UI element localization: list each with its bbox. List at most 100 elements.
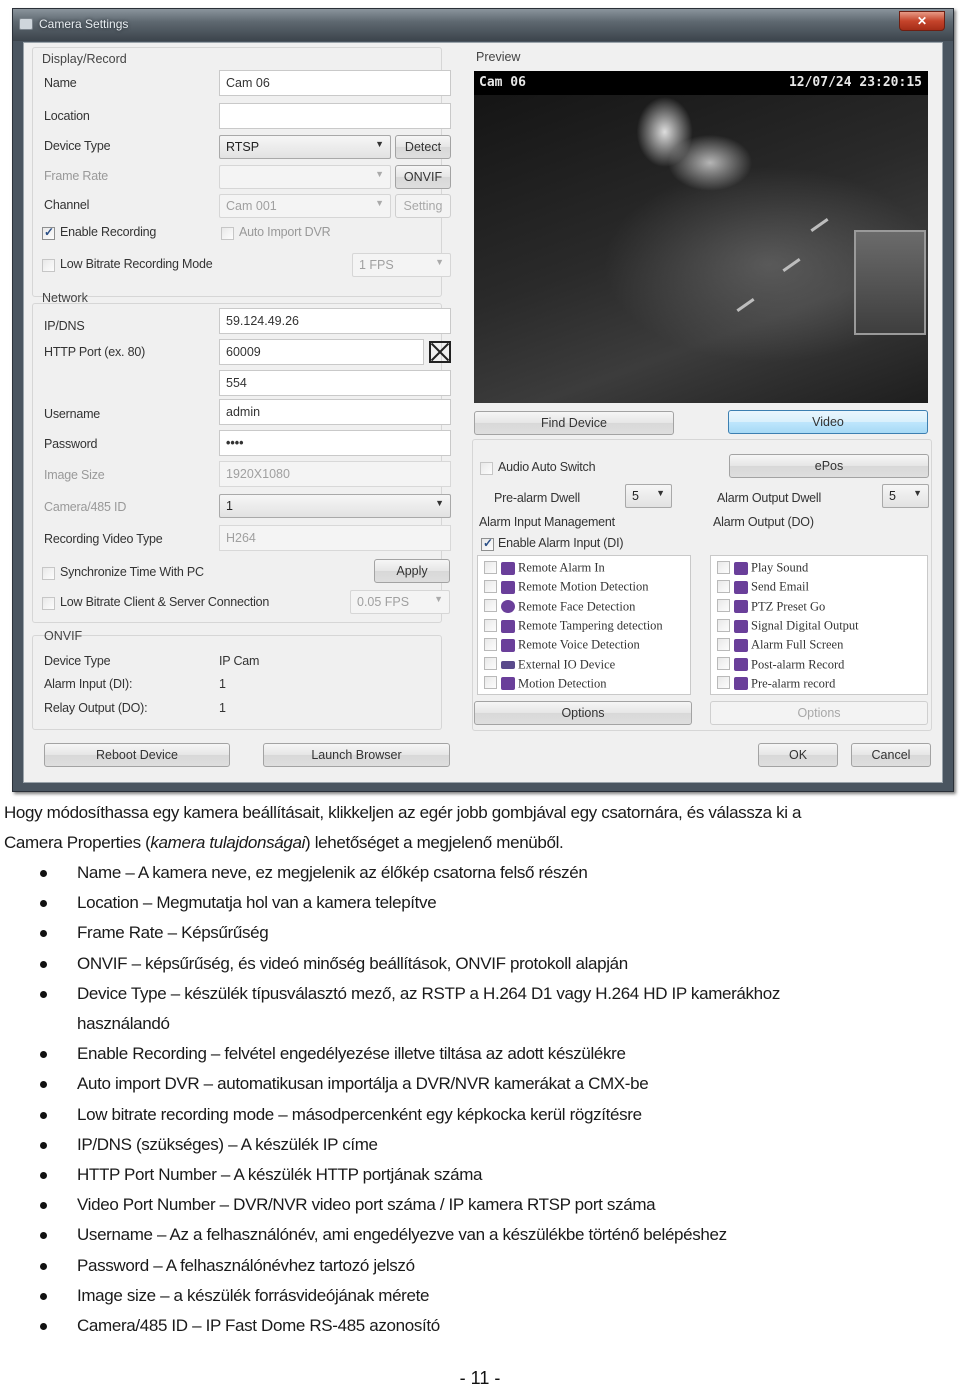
apply-button[interactable]: Apply: [374, 559, 450, 583]
alarm-list-item[interactable]: Remote Face Detection: [484, 599, 635, 618]
alarm-list-item[interactable]: Signal Digital Output: [717, 618, 859, 637]
alarm-item-checkbox[interactable]: [717, 657, 730, 671]
http-port-input[interactable]: 60009: [219, 339, 424, 365]
bullet-item: IP/DNS (szükséges) – A készülék IP címe: [0, 1130, 960, 1160]
alarm-list-item[interactable]: Post-alarm Record: [717, 657, 844, 676]
low-bitrate-recording-checkbox[interactable]: [42, 259, 55, 272]
bullet-dot-icon: [40, 1111, 47, 1119]
alarm-list-item[interactable]: Play Sound: [717, 560, 808, 579]
camera-preview[interactable]: Cam 06 12/07/24 23:20:15: [474, 71, 928, 403]
low-bitrate-connection-fps-select[interactable]: 0.05 FPS ▼: [350, 590, 450, 614]
auto-import-dvr-checkbox[interactable]: [221, 227, 234, 240]
pre-alarm-dwell-select[interactable]: 5 ▼: [625, 484, 672, 508]
intro-line-1: Hogy módosíthassa egy kamera beállításai…: [4, 803, 802, 822]
alarm-input-options-button[interactable]: Options: [474, 701, 692, 725]
onvif-device-type-label: Device Type: [44, 654, 111, 668]
alarm-item-checkbox[interactable]: [484, 599, 497, 613]
image-size-input: 1920X1080: [219, 461, 451, 487]
intro-italic: kamera tulajdonságai: [150, 833, 306, 852]
password-label: Password: [44, 437, 98, 451]
bullet-dot-icon: [40, 930, 47, 938]
clear-x-icon[interactable]: [429, 341, 451, 363]
manual-text: Hogy módosíthassa egy kamera beállításai…: [0, 798, 960, 1341]
alarm-item-checkbox[interactable]: [484, 579, 497, 593]
setting-button[interactable]: Setting: [395, 194, 451, 218]
bullet-text: Auto import DVR – automatikusan importál…: [77, 1074, 649, 1094]
section-preview: Preview: [476, 50, 521, 64]
alarm-input-label: Alarm Input (DI):: [44, 677, 133, 691]
alarm-item-checkbox[interactable]: [717, 579, 730, 593]
section-display-record: Display/Record: [42, 52, 127, 66]
bullet-text: ONVIF – képsűrűség, és videó minőség beá…: [77, 953, 628, 973]
location-input[interactable]: [219, 103, 451, 129]
alarm-list-item[interactable]: Motion Detection: [484, 676, 607, 695]
alarm-item-checkbox[interactable]: [484, 637, 497, 651]
alarm-item-checkbox[interactable]: [717, 676, 730, 690]
device-type-select[interactable]: RTSP ▼: [219, 135, 391, 159]
camera-485-id-select[interactable]: 1 ▼: [219, 494, 451, 518]
bullet-dot-icon: [40, 1202, 47, 1210]
chevron-down-icon: ▼: [435, 498, 444, 508]
find-device-button[interactable]: Find Device: [474, 411, 674, 435]
ok-button[interactable]: OK: [758, 743, 838, 767]
epos-button[interactable]: ePos: [729, 454, 929, 478]
alarm-output-dwell-select[interactable]: 5 ▼: [882, 484, 929, 508]
lane-marking: [782, 258, 801, 272]
window-title: Camera Settings: [39, 17, 129, 31]
alarm-list-item[interactable]: Alarm Full Screen: [717, 637, 843, 656]
sync-time-checkbox[interactable]: [42, 567, 55, 580]
bullet-item: Frame Rate – Képsűrűség: [0, 918, 960, 948]
alarm-item-checkbox[interactable]: [717, 560, 730, 574]
bullet-item: Low bitrate recording mode – másodpercen…: [0, 1100, 960, 1130]
username-input[interactable]: admin: [219, 399, 451, 425]
alarm-list-item[interactable]: Send Email: [717, 579, 809, 598]
detect-button[interactable]: Detect: [395, 135, 451, 159]
alarm-list-item[interactable]: PTZ Preset Go: [717, 599, 825, 618]
alarm-item-checkbox[interactable]: [484, 618, 497, 632]
title-bar[interactable]: Camera Settings ✕: [13, 9, 953, 41]
name-input[interactable]: Cam 06: [219, 70, 451, 96]
enable-alarm-input-checkbox[interactable]: [481, 536, 494, 551]
pre-alarm-dwell-value: 5: [632, 489, 639, 503]
bullet-text: Camera/485 ID – IP Fast Dome RS-485 azon…: [77, 1316, 440, 1336]
alarm-item-label: Play Sound: [751, 560, 809, 575]
alarm-item-checkbox[interactable]: [484, 676, 497, 690]
bullet-item: Video Port Number – DVR/NVR video port s…: [0, 1190, 960, 1220]
frame-rate-select[interactable]: ▼: [219, 165, 391, 189]
alarm-list-item[interactable]: Remote Motion Detection: [484, 579, 649, 598]
alarm-item-checkbox[interactable]: [484, 560, 497, 574]
channel-select[interactable]: Cam 001 ▼: [219, 194, 391, 218]
password-input[interactable]: ••••: [219, 430, 451, 456]
record-icon: [734, 658, 748, 672]
alarm-list-item[interactable]: Remote Alarm In: [484, 560, 605, 579]
onvif-button[interactable]: ONVIF: [395, 165, 451, 189]
alarm-list-item[interactable]: Remote Tampering detection: [484, 618, 663, 637]
alarm-list-item[interactable]: Remote Voice Detection: [484, 637, 640, 656]
low-bitrate-fps-select[interactable]: 1 FPS ▼: [352, 253, 451, 277]
low-bitrate-connection-checkbox[interactable]: [42, 597, 55, 610]
cancel-button[interactable]: Cancel: [851, 743, 931, 767]
alarm-output-options-button[interactable]: Options: [710, 701, 928, 725]
video-button[interactable]: Video: [728, 410, 928, 434]
alarm-item-checkbox[interactable]: [717, 637, 730, 651]
alarm-item-label: Remote Tampering detection: [518, 618, 663, 633]
alarm-item-checkbox[interactable]: [717, 618, 730, 632]
bullet-item: Image size – a készülék forrásvideójának…: [0, 1281, 960, 1311]
bullet-text: Password – A felhasználónévhez tartozó j…: [77, 1255, 415, 1275]
video-port-input[interactable]: 554: [219, 370, 451, 396]
bullet-dot-icon: [40, 1232, 47, 1240]
location-label: Location: [44, 109, 90, 123]
username-label: Username: [44, 407, 101, 421]
ip-dns-input[interactable]: 59.124.49.26: [219, 308, 451, 334]
alarm-item-checkbox[interactable]: [717, 599, 730, 613]
launch-browser-button[interactable]: Launch Browser: [263, 743, 450, 767]
alarm-list-item[interactable]: Pre-alarm record: [717, 676, 835, 695]
bullet-item: Enable Recording – felvétel engedélyezés…: [0, 1039, 960, 1069]
running-man-icon: [501, 677, 515, 691]
alarm-item-checkbox[interactable]: [484, 657, 497, 671]
close-button[interactable]: ✕: [899, 11, 945, 31]
reboot-device-button[interactable]: Reboot Device: [44, 743, 230, 767]
enable-recording-checkbox[interactable]: [42, 225, 55, 240]
alarm-list-item[interactable]: External IO Device: [484, 657, 615, 676]
audio-auto-switch-checkbox[interactable]: [480, 462, 493, 475]
